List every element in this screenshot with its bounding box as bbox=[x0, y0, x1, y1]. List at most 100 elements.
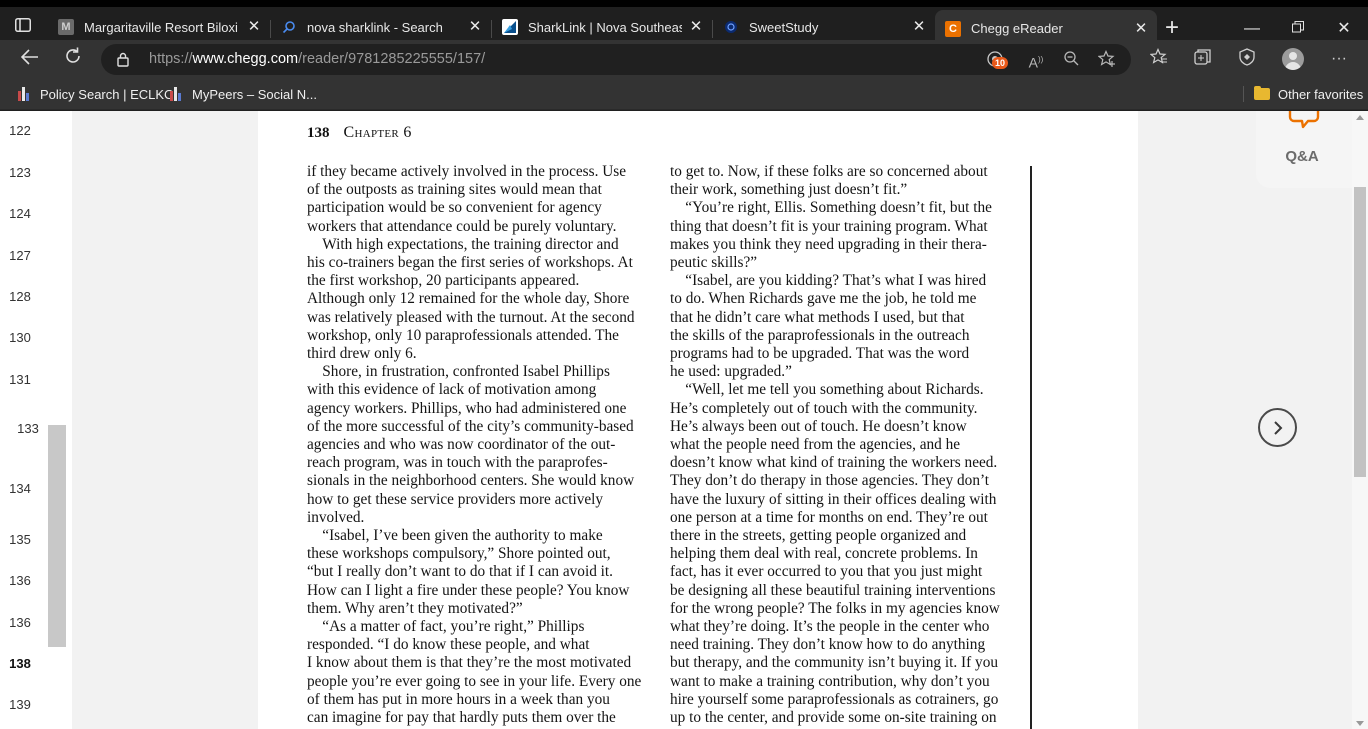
text-line: the skills of the paraprofessionals in t… bbox=[670, 326, 970, 344]
refresh-button[interactable] bbox=[59, 45, 87, 73]
zoom-out-icon[interactable] bbox=[1061, 50, 1081, 70]
favorites-icon[interactable] bbox=[1148, 48, 1170, 70]
url-text[interactable]: https://www.chegg.com/reader/97812852255… bbox=[149, 51, 485, 67]
text-line: I know about them is that they’re the mo… bbox=[307, 654, 632, 672]
address-bar[interactable]: https://www.chegg.com/reader/97812852255… bbox=[101, 44, 1131, 75]
page-list-item-current[interactable]: 138 bbox=[0, 656, 40, 671]
text-line: people you’re ever going to see in your … bbox=[307, 672, 642, 690]
text-line: the first workshop, 20 participants appe… bbox=[307, 272, 580, 290]
text-line: how to get these service providers more … bbox=[307, 490, 604, 508]
text-line: their work, something just doesn’t fit.” bbox=[670, 181, 908, 199]
next-page-button[interactable] bbox=[1258, 408, 1297, 447]
text-line: Although only 12 remained for the whole … bbox=[307, 290, 630, 308]
close-icon[interactable]: ✕ bbox=[688, 19, 704, 35]
text-line: there in the streets, getting people org… bbox=[670, 527, 967, 545]
close-icon[interactable]: ✕ bbox=[467, 19, 483, 35]
favorites-bar: Policy Search | ECLKC MyPeers – Social N… bbox=[0, 78, 1368, 110]
page-list-item[interactable]: 124 bbox=[0, 206, 40, 221]
minimize-button[interactable]: — bbox=[1240, 17, 1264, 41]
qa-panel[interactable]: Q&A bbox=[1256, 111, 1352, 188]
back-button[interactable] bbox=[16, 45, 44, 73]
page-list-scrollbar[interactable] bbox=[48, 425, 66, 647]
text-line: helping them deal with real, concrete pr… bbox=[670, 545, 978, 563]
add-favorite-icon[interactable] bbox=[1097, 50, 1117, 70]
more-options-icon[interactable]: ··· bbox=[1328, 48, 1350, 70]
scroll-down-arrow[interactable] bbox=[1356, 721, 1364, 726]
text-line: with this evidence of lack of motivation… bbox=[307, 381, 597, 399]
page-list-sidebar: 122 123 124 127 128 130 131 133 134 135 … bbox=[0, 111, 72, 729]
text-line: but therapy, and the community isn’t buy… bbox=[670, 654, 998, 672]
chevron-right-icon bbox=[1273, 420, 1282, 435]
text-line: agencies and who was now coordinator of … bbox=[307, 436, 616, 454]
address-toolbar: https://www.chegg.com/reader/97812852255… bbox=[0, 40, 1368, 78]
column-rule bbox=[1030, 166, 1032, 729]
browser-essentials-icon[interactable] bbox=[1236, 48, 1258, 70]
favorite-mypeers[interactable]: MyPeers – Social N... bbox=[170, 84, 317, 104]
close-window-button[interactable]: ✕ bbox=[1332, 17, 1356, 41]
close-icon[interactable]: ✕ bbox=[246, 19, 262, 35]
page-list-item[interactable]: 123 bbox=[0, 165, 40, 180]
tab-title: SweetStudy bbox=[749, 19, 819, 35]
scroll-up-arrow[interactable] bbox=[1356, 115, 1364, 120]
tab-margaritaville[interactable]: M Margaritaville Resort Biloxi - F ✕ bbox=[48, 10, 270, 44]
sweetstudy-favicon bbox=[723, 19, 739, 35]
other-favorites-folder[interactable]: Other favorites bbox=[1254, 84, 1363, 104]
text-line: He’s completely out of touch with the co… bbox=[670, 399, 978, 417]
text-line: workshop, only 10 paraprofessionals atte… bbox=[307, 326, 619, 344]
page-list-item[interactable]: 133 bbox=[8, 421, 48, 436]
sharklink-favicon bbox=[502, 19, 518, 35]
lock-icon[interactable] bbox=[117, 52, 129, 72]
tab-title: SharkLink | Nova Southeastern bbox=[528, 19, 682, 35]
text-line: one person at a time for months on end. … bbox=[670, 508, 988, 526]
favorite-eclkc[interactable]: Policy Search | ECLKC bbox=[18, 84, 173, 104]
tab-search[interactable]: nova sharklink - Search ✕ bbox=[271, 10, 491, 44]
mypeers-favicon bbox=[170, 86, 184, 102]
chapter-title: Chapter 6 bbox=[343, 124, 412, 141]
page-list-item[interactable]: 135 bbox=[0, 532, 40, 547]
favorite-label: Policy Search | ECLKC bbox=[40, 86, 174, 102]
vertical-scrollbar[interactable] bbox=[1352, 111, 1368, 729]
new-tab-button[interactable]: + bbox=[1160, 16, 1184, 41]
page-list-item[interactable]: 136 bbox=[0, 573, 40, 588]
text-line: “Isabel, I’ve been given the authority t… bbox=[307, 527, 603, 545]
page-list-item[interactable]: 136 bbox=[0, 615, 40, 630]
text-line: his co-trainers began the first series o… bbox=[307, 254, 633, 272]
text-line: have the luxury of sitting in their offi… bbox=[670, 490, 997, 508]
text-line: up to the center, and provide some on-si… bbox=[670, 709, 997, 727]
text-line: programs had to be upgraded. That was th… bbox=[670, 345, 970, 363]
page-list-item[interactable]: 122 bbox=[0, 123, 40, 138]
favorites-separator bbox=[1243, 86, 1244, 102]
text-line: He’s always been out of touch. He doesn’… bbox=[670, 417, 967, 435]
scrollbar-thumb[interactable] bbox=[1354, 187, 1366, 477]
page-list-item[interactable]: 131 bbox=[0, 372, 40, 387]
text-line: “You’re right, Ellis. Something doesn’t … bbox=[670, 199, 992, 217]
page-list-item[interactable]: 139 bbox=[0, 697, 40, 712]
tab-sweetstudy[interactable]: SweetStudy ✕ bbox=[713, 10, 935, 44]
page-list-item[interactable]: 127 bbox=[0, 248, 40, 263]
collections-icon[interactable] bbox=[1192, 48, 1214, 70]
read-aloud-icon[interactable]: A)) bbox=[1026, 50, 1046, 71]
tab-title: Margaritaville Resort Biloxi - F bbox=[84, 19, 240, 35]
restore-button[interactable] bbox=[1286, 17, 1310, 41]
text-line: what they’re doing. It’s the people in t… bbox=[670, 618, 990, 636]
search-icon bbox=[281, 19, 297, 35]
text-column-right: to get to. Now, if these folks are so co… bbox=[670, 163, 1015, 727]
text-line: was relatively pleased with the turnout.… bbox=[307, 308, 635, 326]
close-icon[interactable]: ✕ bbox=[1133, 20, 1149, 37]
close-icon[interactable]: ✕ bbox=[911, 19, 927, 35]
favorite-label: MyPeers – Social N... bbox=[192, 86, 317, 102]
profile-avatar[interactable] bbox=[1282, 48, 1304, 70]
text-line: third drew only 6. bbox=[307, 345, 417, 363]
qa-label: Q&A bbox=[1285, 148, 1319, 165]
text-line: “Well, let me tell you something about R… bbox=[670, 381, 984, 399]
text-line: these workshops compulsory,” Shore point… bbox=[307, 545, 611, 563]
tab-actions-icon[interactable] bbox=[10, 15, 36, 35]
tracker-count-badge: 10 bbox=[992, 57, 1008, 69]
text-line: involved. bbox=[307, 508, 365, 526]
page-list-item[interactable]: 128 bbox=[0, 289, 40, 304]
text-line: for the wrong people? The folks in my ag… bbox=[670, 599, 1000, 617]
page-list-item[interactable]: 130 bbox=[0, 330, 40, 345]
tab-sharklink[interactable]: SharkLink | Nova Southeastern ✕ bbox=[492, 10, 712, 44]
page-list-item[interactable]: 134 bbox=[0, 481, 40, 496]
text-line: doesn’t know what kind of training the w… bbox=[670, 454, 998, 472]
